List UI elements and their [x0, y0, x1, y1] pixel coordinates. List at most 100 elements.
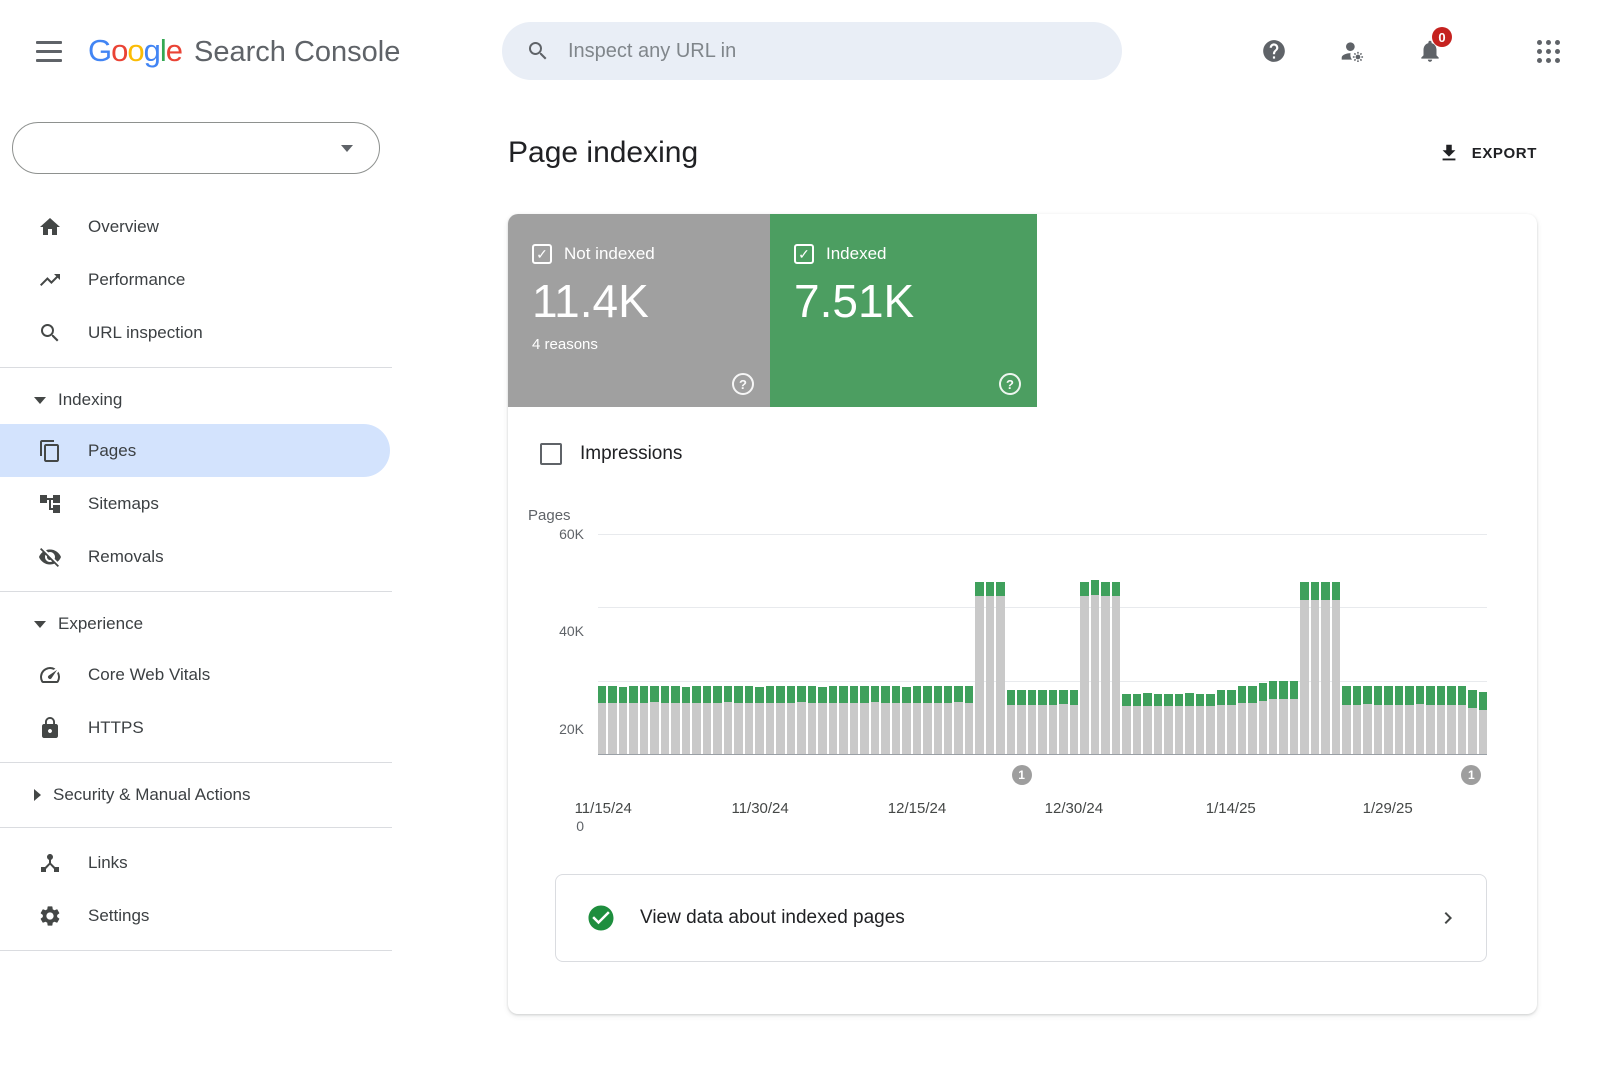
bar[interactable]: [1363, 534, 1371, 754]
bar[interactable]: [1248, 534, 1256, 754]
bar[interactable]: [1426, 534, 1434, 754]
sidebar-item-links[interactable]: Links: [0, 836, 390, 889]
bar[interactable]: [776, 534, 784, 754]
bar[interactable]: [1227, 534, 1235, 754]
bar[interactable]: [975, 534, 983, 754]
impressions-toggle[interactable]: Impressions: [540, 443, 1537, 465]
property-selector[interactable]: [12, 122, 380, 174]
menu-icon[interactable]: [36, 41, 62, 62]
sidebar-item-sitemaps[interactable]: Sitemaps: [0, 477, 390, 530]
bar[interactable]: [629, 534, 637, 754]
bar[interactable]: [1416, 534, 1424, 754]
bar[interactable]: [755, 534, 763, 754]
bar[interactable]: [640, 534, 648, 754]
bar[interactable]: [1017, 534, 1025, 754]
bar[interactable]: [839, 534, 847, 754]
bar[interactable]: [996, 534, 1004, 754]
bar[interactable]: [608, 534, 616, 754]
bar[interactable]: [1437, 534, 1445, 754]
bar[interactable]: [1300, 534, 1308, 754]
bar[interactable]: [1080, 534, 1088, 754]
bar[interactable]: [1269, 534, 1277, 754]
bar[interactable]: [1164, 534, 1172, 754]
bar[interactable]: [650, 534, 658, 754]
bar[interactable]: [1332, 534, 1340, 754]
bar[interactable]: [1238, 534, 1246, 754]
bar[interactable]: [871, 534, 879, 754]
bar[interactable]: [692, 534, 700, 754]
bar[interactable]: [829, 534, 837, 754]
sidebar-item-settings[interactable]: Settings: [0, 889, 390, 942]
bar[interactable]: [1290, 534, 1298, 754]
help-icon[interactable]: ?: [999, 373, 1021, 395]
sidebar-item-url-inspection[interactable]: URL inspection: [0, 306, 390, 359]
bar[interactable]: [1374, 534, 1382, 754]
url-inspect-input[interactable]: [568, 40, 1098, 63]
bar[interactable]: [1384, 534, 1392, 754]
bar[interactable]: [944, 534, 952, 754]
bar[interactable]: [1458, 534, 1466, 754]
bar[interactable]: [892, 534, 900, 754]
bar[interactable]: [913, 534, 921, 754]
bar[interactable]: [902, 534, 910, 754]
bar[interactable]: [881, 534, 889, 754]
checkbox-checked-icon[interactable]: ✓: [532, 244, 552, 264]
bar[interactable]: [1101, 534, 1109, 754]
help-button[interactable]: [1252, 29, 1296, 73]
sidebar-section-security[interactable]: Security & Manual Actions: [0, 771, 392, 819]
bar[interactable]: [734, 534, 742, 754]
indexed-tile[interactable]: ✓ Indexed 7.51K ?: [770, 214, 1037, 407]
export-button[interactable]: EXPORT: [1438, 142, 1537, 164]
bar[interactable]: [986, 534, 994, 754]
sidebar-item-pages[interactable]: Pages: [0, 424, 390, 477]
bar[interactable]: [766, 534, 774, 754]
bar[interactable]: [1007, 534, 1015, 754]
bar[interactable]: [671, 534, 679, 754]
bar[interactable]: [1342, 534, 1350, 754]
bar[interactable]: [797, 534, 805, 754]
bar[interactable]: [724, 534, 732, 754]
bar[interactable]: [713, 534, 721, 754]
bar[interactable]: [1405, 534, 1413, 754]
view-indexed-data-card[interactable]: View data about indexed pages: [555, 874, 1487, 962]
bar[interactable]: [1028, 534, 1036, 754]
sidebar-item-overview[interactable]: Overview: [0, 200, 390, 253]
sidebar-section-experience[interactable]: Experience: [0, 600, 392, 648]
bar[interactable]: [1154, 534, 1162, 754]
bar[interactable]: [1143, 534, 1151, 754]
bar[interactable]: [1196, 534, 1204, 754]
bar[interactable]: [1112, 534, 1120, 754]
bar[interactable]: [1185, 534, 1193, 754]
bar[interactable]: [1175, 534, 1183, 754]
bar[interactable]: [1038, 534, 1046, 754]
sidebar-item-removals[interactable]: Removals: [0, 530, 390, 583]
sidebar-section-indexing[interactable]: Indexing: [0, 376, 392, 424]
notifications-button[interactable]: 0: [1408, 29, 1452, 73]
url-inspect-searchbar[interactable]: [502, 22, 1122, 80]
bar[interactable]: [954, 534, 962, 754]
bar[interactable]: [661, 534, 669, 754]
bar[interactable]: [1395, 534, 1403, 754]
bar[interactable]: [860, 534, 868, 754]
sidebar-item-performance[interactable]: Performance: [0, 253, 390, 306]
bar[interactable]: [818, 534, 826, 754]
manage-users-button[interactable]: [1330, 29, 1374, 73]
bar[interactable]: [1091, 534, 1099, 754]
chevron-right-icon[interactable]: [1436, 906, 1460, 930]
google-apps-button[interactable]: [1526, 29, 1570, 73]
bar[interactable]: [1059, 534, 1067, 754]
bar[interactable]: [745, 534, 753, 754]
bar[interactable]: [1133, 534, 1141, 754]
annotation-marker[interactable]: 1: [1461, 765, 1481, 785]
not-indexed-tile[interactable]: ✓ Not indexed 11.4K 4 reasons ?: [508, 214, 770, 407]
bar[interactable]: [703, 534, 711, 754]
bar[interactable]: [1479, 534, 1487, 754]
bar[interactable]: [1321, 534, 1329, 754]
bar[interactable]: [1217, 534, 1225, 754]
checkbox-checked-icon[interactable]: ✓: [794, 244, 814, 264]
bar[interactable]: [1447, 534, 1455, 754]
bar[interactable]: [1070, 534, 1078, 754]
bar[interactable]: [1311, 534, 1319, 754]
checkbox-unchecked-icon[interactable]: [540, 443, 562, 465]
bar[interactable]: [619, 534, 627, 754]
